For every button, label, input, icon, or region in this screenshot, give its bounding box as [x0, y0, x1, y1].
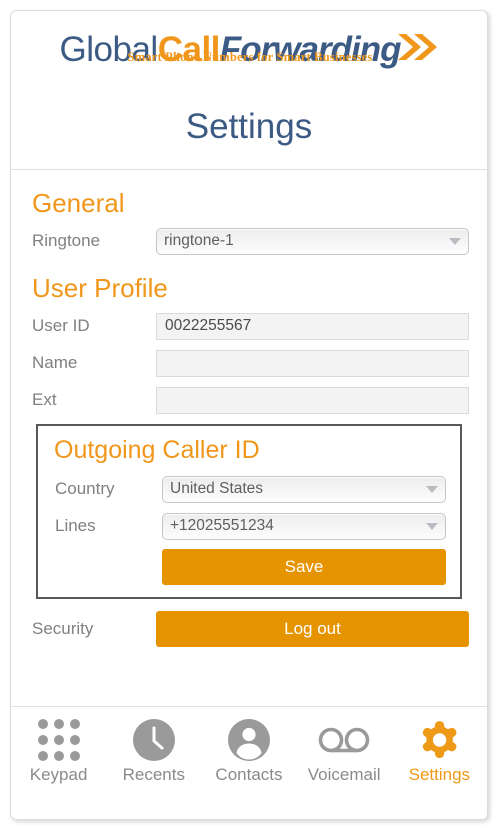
name-label: Name — [32, 353, 78, 372]
save-button[interactable]: Save — [162, 549, 446, 585]
app-window: GlobalCallForwarding Smart Phone Numbers… — [10, 10, 488, 820]
clock-icon — [106, 717, 201, 763]
chevron-down-icon — [426, 486, 438, 493]
ext-label: Ext — [32, 390, 57, 409]
logo-tagline: Smart Phone Numbers for Smart Businesses — [127, 50, 373, 64]
nav-label-keypad: Keypad — [29, 765, 88, 784]
save-spacer — [52, 549, 162, 585]
keypad-dots-icon — [11, 717, 106, 763]
app-header: GlobalCallForwarding Smart Phone Numbers… — [11, 11, 487, 170]
user-id-input[interactable]: 0022255567 — [156, 312, 469, 340]
user-id-value: 0022255567 — [165, 317, 252, 334]
nav-label-recents: Recents — [122, 765, 185, 784]
nav-label-settings: Settings — [408, 765, 471, 784]
brand-logo: GlobalCallForwarding Smart Phone Numbers… — [11, 21, 487, 93]
ext-row: Ext — [29, 386, 469, 414]
save-button-wrap: Save — [162, 549, 446, 585]
person-icon — [201, 717, 296, 763]
user-id-row: User ID 0022255567 — [29, 312, 469, 340]
lines-select[interactable]: +12025551234 — [162, 512, 446, 540]
user-id-label: User ID — [32, 316, 90, 335]
ringtone-select[interactable]: ringtone-1 — [156, 227, 469, 255]
country-select[interactable]: United States — [162, 475, 446, 503]
security-label: Security — [32, 619, 94, 638]
lines-select-value: +12025551234 — [170, 517, 274, 534]
country-select-value: United States — [170, 480, 264, 497]
ringtone-row: Ringtone ringtone-1 — [29, 227, 469, 255]
logout-button[interactable]: Log out — [156, 611, 469, 647]
lines-label: Lines — [55, 516, 96, 535]
country-row: Country United States — [52, 475, 446, 503]
ringtone-label: Ringtone — [32, 231, 101, 250]
country-label: Country — [55, 479, 115, 498]
nav-label-voicemail: Voicemail — [307, 765, 381, 784]
nav-item-keypad[interactable]: Keypad — [11, 717, 106, 785]
voicemail-icon — [297, 717, 392, 763]
outgoing-caller-id-heading: Outgoing Caller ID — [54, 436, 260, 464]
page-title: Settings — [185, 107, 313, 146]
security-row: Security Log out — [29, 611, 469, 647]
name-input[interactable] — [156, 349, 469, 377]
ext-input[interactable] — [156, 386, 469, 414]
name-row: Name — [29, 349, 469, 377]
settings-content: General Ringtone ringtone-1 User Profile… — [11, 170, 487, 706]
nav-item-recents[interactable]: Recents — [106, 717, 201, 785]
chevron-down-icon — [449, 238, 461, 245]
nav-item-settings[interactable]: Settings — [392, 717, 487, 785]
section-heading-user-profile: User Profile — [32, 273, 168, 303]
nav-item-voicemail[interactable]: Voicemail — [297, 717, 392, 785]
logout-button-wrap: Log out — [156, 611, 469, 647]
nav-label-contacts: Contacts — [215, 765, 283, 784]
chevron-down-icon — [426, 523, 438, 530]
gear-icon — [392, 717, 487, 763]
section-heading-general: General — [32, 188, 125, 218]
bottom-navigation: Keypad Recents Contacts Voicemail Settin… — [11, 706, 487, 819]
nav-item-contacts[interactable]: Contacts — [201, 717, 296, 785]
outgoing-caller-id-panel: Outgoing Caller ID Country United States… — [36, 424, 462, 599]
save-row: Save — [52, 549, 446, 585]
ringtone-select-value: ringtone-1 — [164, 232, 234, 249]
lines-row: Lines +12025551234 — [52, 512, 446, 540]
